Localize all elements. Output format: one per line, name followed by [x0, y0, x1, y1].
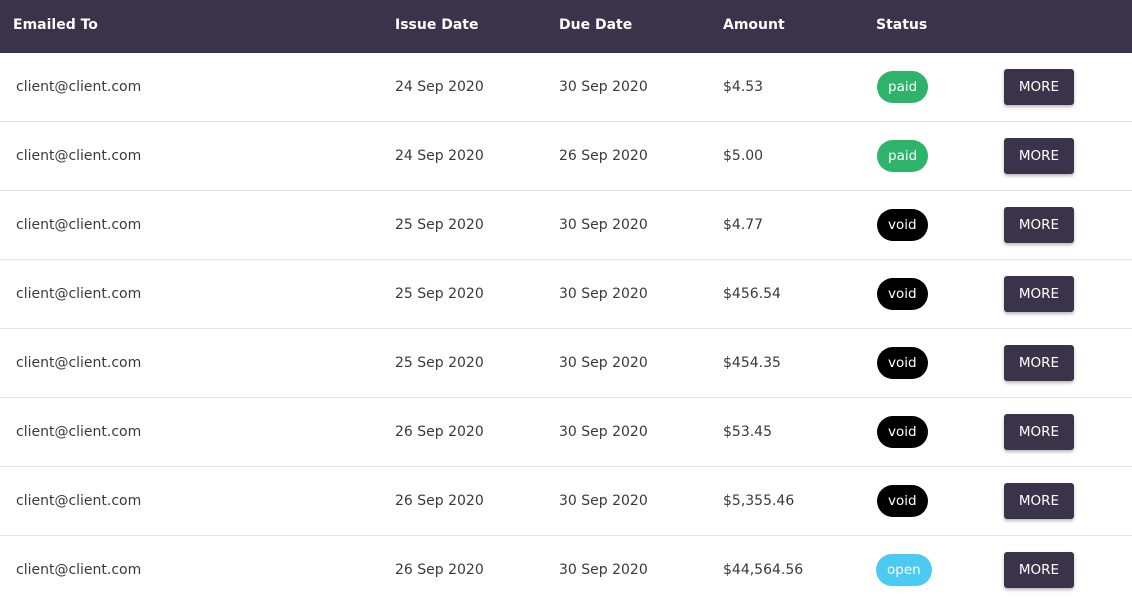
due-date-cell: 30 Sep 2020 — [559, 286, 648, 302]
amount-cell: $4.77 — [723, 217, 764, 233]
amount-cell: $456.54 — [723, 286, 781, 302]
more-button[interactable]: MORE — [1004, 483, 1074, 519]
more-button[interactable]: MORE — [1004, 207, 1074, 243]
email-cell: client@client.com — [16, 148, 142, 164]
issue-date-cell: 25 Sep 2020 — [395, 286, 484, 302]
issue-date-cell: 26 Sep 2020 — [395, 562, 484, 578]
more-button[interactable]: MORE — [1004, 138, 1074, 174]
invoice-table: Emailed To Issue Date Due Date Amount St… — [0, 0, 1132, 602]
email-cell: client@client.com — [16, 355, 142, 371]
table-row: client@client.com 25 Sep 2020 30 Sep 202… — [0, 191, 1132, 260]
amount-cell: $53.45 — [723, 424, 772, 440]
more-button[interactable]: MORE — [1004, 69, 1074, 105]
due-date-cell: 30 Sep 2020 — [559, 217, 648, 233]
table-row: client@client.com 26 Sep 2020 30 Sep 202… — [0, 536, 1132, 602]
status-badge: paid — [877, 140, 929, 172]
table-row: client@client.com 24 Sep 2020 30 Sep 202… — [0, 53, 1132, 122]
due-date-cell: 30 Sep 2020 — [559, 79, 648, 95]
status-badge: paid — [877, 71, 929, 103]
email-cell: client@client.com — [16, 493, 142, 509]
email-cell: client@client.com — [16, 424, 142, 440]
due-date-cell: 30 Sep 2020 — [559, 355, 648, 371]
column-header-issue-date: Issue Date — [395, 17, 479, 33]
due-date-cell: 26 Sep 2020 — [559, 148, 648, 164]
issue-date-cell: 26 Sep 2020 — [395, 424, 484, 440]
amount-cell: $5,355.46 — [723, 493, 795, 509]
table-row: client@client.com 25 Sep 2020 30 Sep 202… — [0, 260, 1132, 329]
status-badge: void — [877, 209, 928, 241]
table-row: client@client.com 26 Sep 2020 30 Sep 202… — [0, 398, 1132, 467]
email-cell: client@client.com — [16, 562, 142, 578]
email-cell: client@client.com — [16, 79, 142, 95]
issue-date-cell: 25 Sep 2020 — [395, 217, 484, 233]
column-header-status: Status — [876, 17, 928, 33]
table-row: client@client.com 24 Sep 2020 26 Sep 202… — [0, 122, 1132, 191]
more-button[interactable]: MORE — [1004, 345, 1074, 381]
amount-cell: $44,564.56 — [723, 562, 804, 578]
status-badge: void — [877, 278, 928, 310]
table-header: Emailed To Issue Date Due Date Amount St… — [0, 0, 1132, 53]
status-badge: void — [877, 485, 928, 517]
column-header-due-date: Due Date — [559, 17, 633, 33]
more-button[interactable]: MORE — [1004, 414, 1074, 450]
status-badge: void — [877, 347, 928, 379]
issue-date-cell: 26 Sep 2020 — [395, 493, 484, 509]
amount-cell: $454.35 — [723, 355, 781, 371]
due-date-cell: 30 Sep 2020 — [559, 424, 648, 440]
column-header-amount: Amount — [723, 17, 785, 33]
more-button[interactable]: MORE — [1004, 552, 1074, 588]
table-row: client@client.com 25 Sep 2020 30 Sep 202… — [0, 329, 1132, 398]
status-badge: void — [877, 416, 928, 448]
table-row: client@client.com 26 Sep 2020 30 Sep 202… — [0, 467, 1132, 536]
column-header-emailed-to: Emailed To — [13, 17, 98, 33]
due-date-cell: 30 Sep 2020 — [559, 493, 648, 509]
status-badge: open — [876, 554, 932, 586]
amount-cell: $4.53 — [723, 79, 764, 95]
issue-date-cell: 25 Sep 2020 — [395, 355, 484, 371]
issue-date-cell: 24 Sep 2020 — [395, 79, 484, 95]
email-cell: client@client.com — [16, 286, 142, 302]
due-date-cell: 30 Sep 2020 — [559, 562, 648, 578]
amount-cell: $5.00 — [723, 148, 764, 164]
email-cell: client@client.com — [16, 217, 142, 233]
more-button[interactable]: MORE — [1004, 276, 1074, 312]
issue-date-cell: 24 Sep 2020 — [395, 148, 484, 164]
